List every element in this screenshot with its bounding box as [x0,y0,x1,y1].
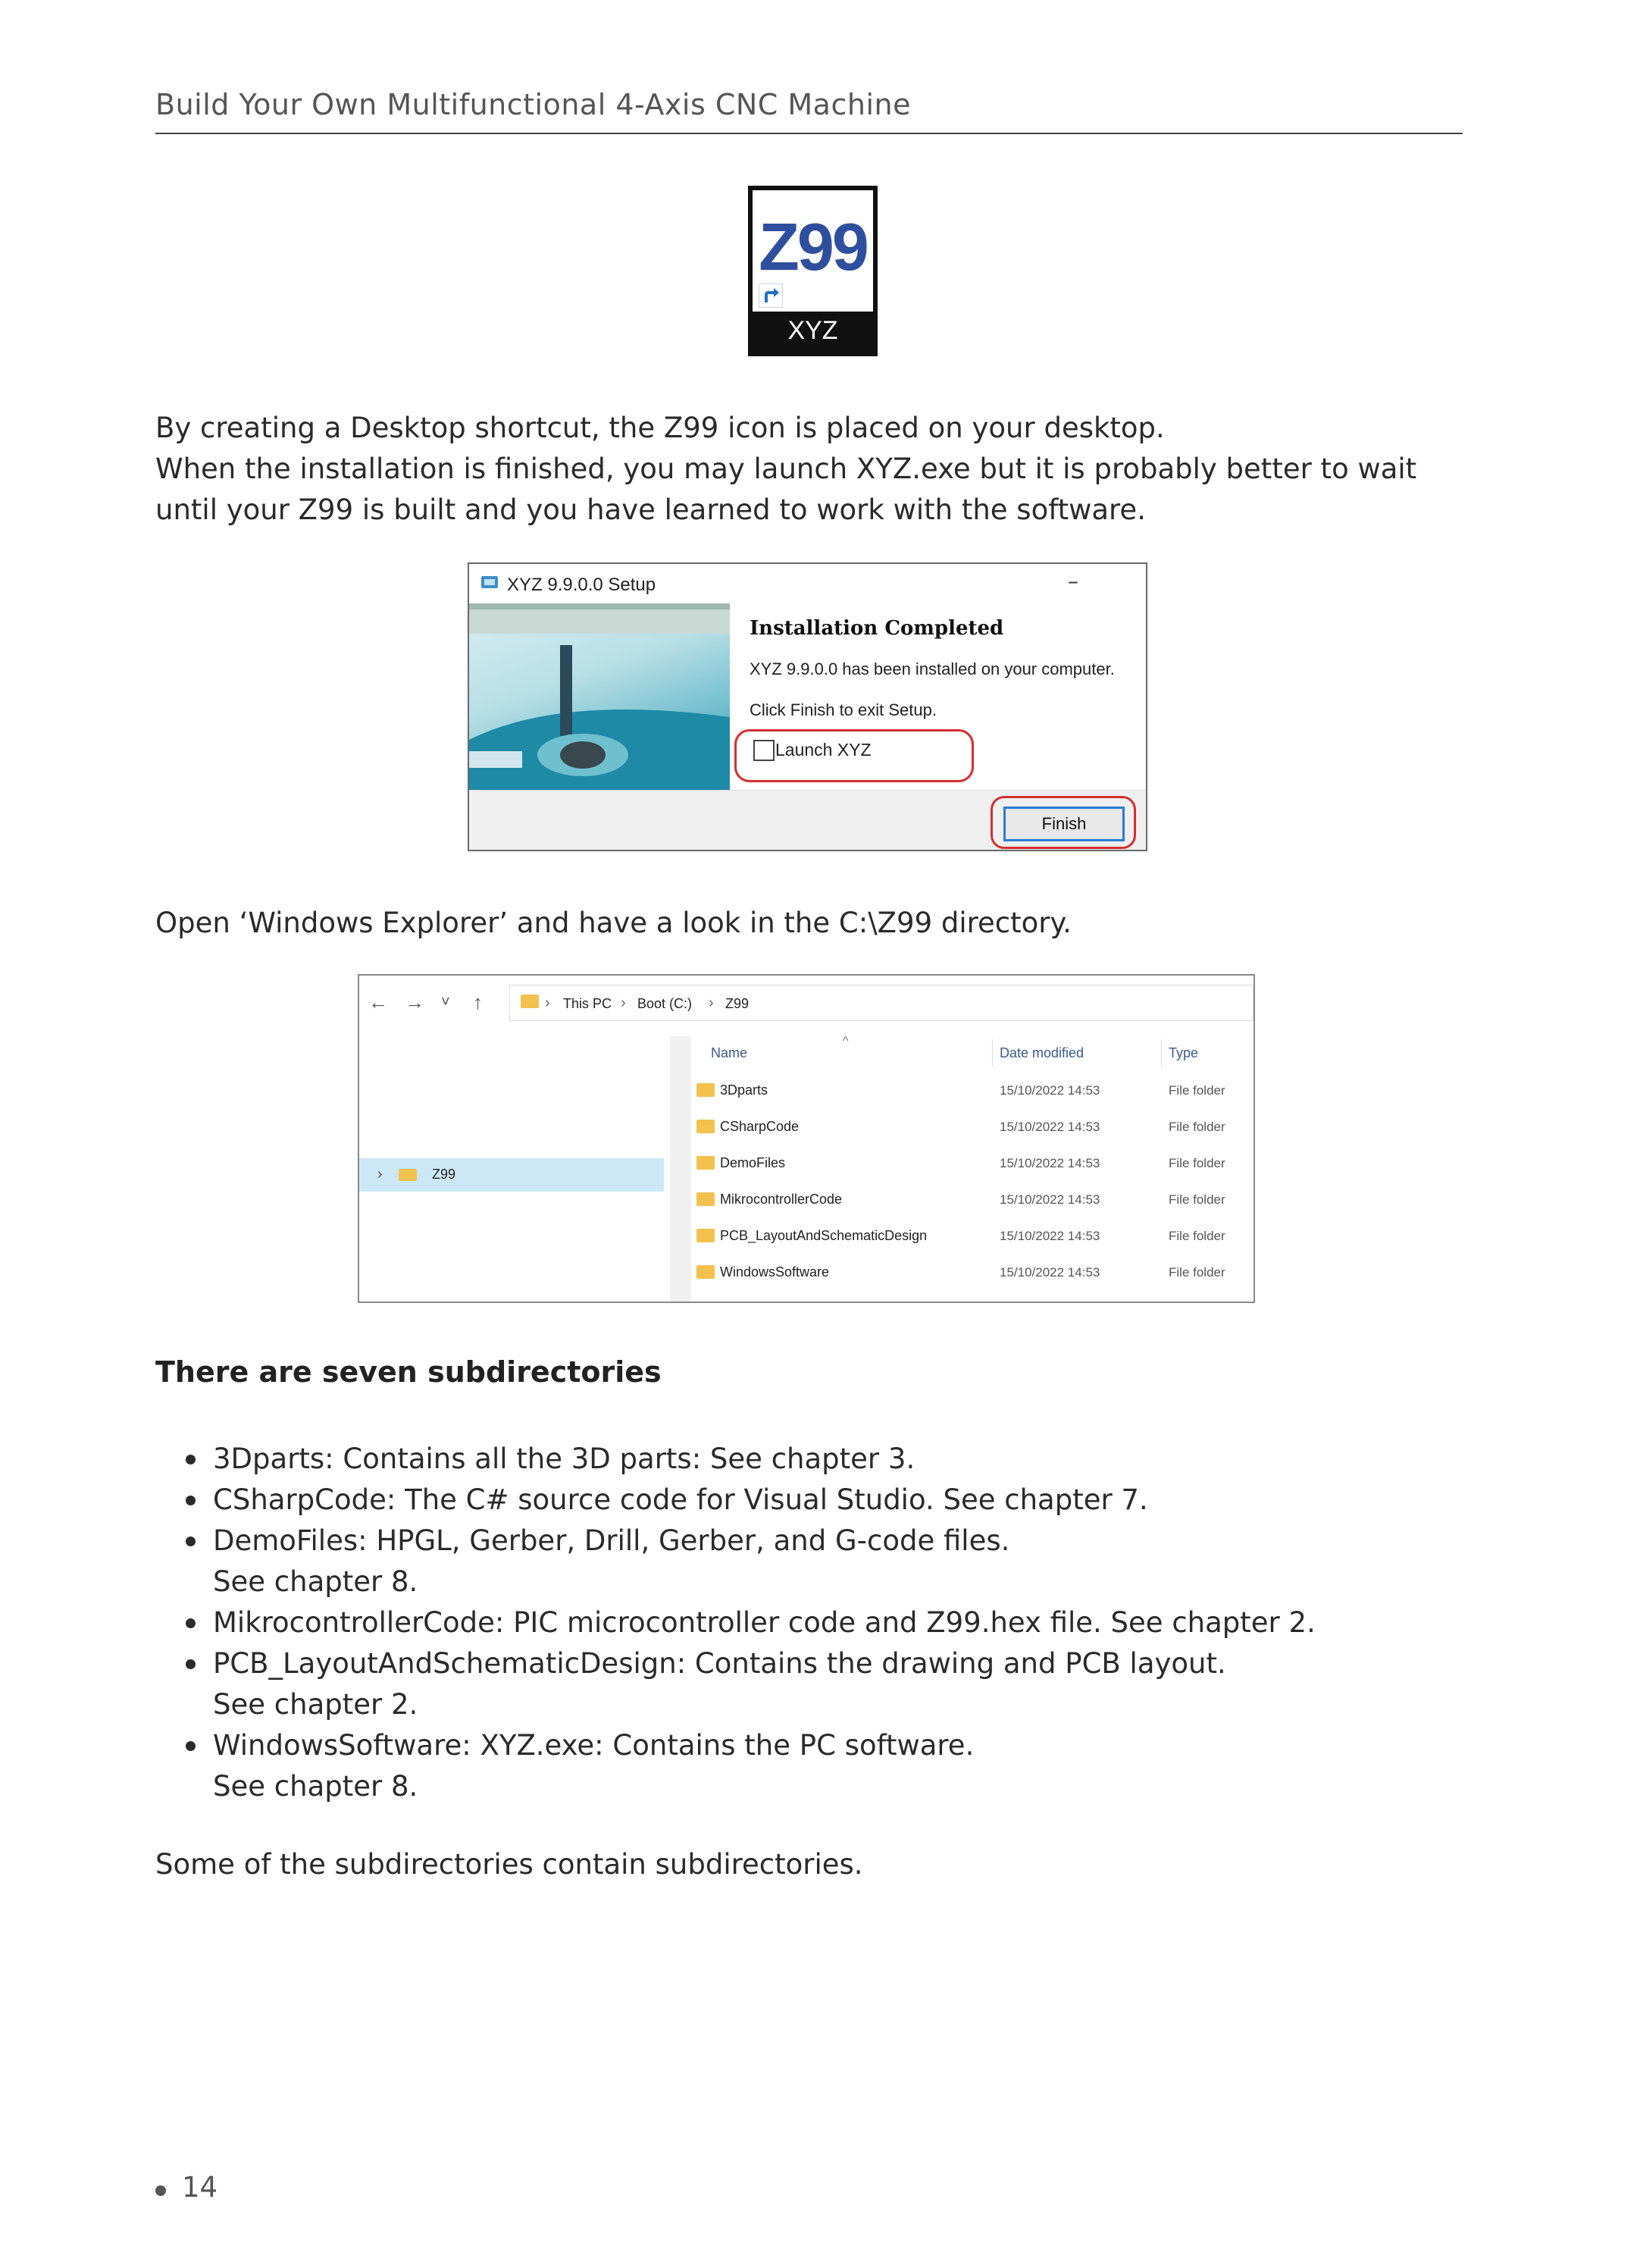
shortcut-arrow-icon [759,284,783,308]
address-bar[interactable]: › This PC › Boot (C:) › Z99 [509,985,1253,1021]
intro-line-3: until your Z99 is built and you have lea… [155,493,1146,526]
file-name[interactable]: 3Dparts [720,1082,768,1098]
page-number-dot [155,2185,166,2196]
file-name[interactable]: CSharpCode [720,1119,799,1135]
list-item-text: 3Dparts: Contains all the 3D parts: See … [213,1443,915,1475]
header-rule [155,133,1463,134]
finish-highlight-circle [991,796,1136,849]
list-item-continuation: See chapter 8. [213,1565,418,1598]
breadcrumb-z99[interactable]: Z99 [725,996,749,1012]
subdirs-list: 3Dparts: Contains all the 3D parts: See … [155,1439,1520,1807]
column-header-name[interactable]: Name [711,1045,747,1061]
file-date: 15/10/2022 14:53 [1000,1083,1100,1098]
explorer-intro: Open ‘Windows Explorer’ and have a look … [155,907,1072,939]
running-header: Build Your Own Multifunctional 4-Axis CN… [155,88,911,121]
file-date: 15/10/2022 14:53 [1000,1265,1100,1280]
file-name[interactable]: MikrocontrollerCode [720,1192,842,1208]
column-divider[interactable] [1161,1039,1162,1067]
launch-highlight-circle [734,729,974,782]
file-name[interactable]: PCB_LayoutAndSchematicDesign [720,1228,927,1244]
recent-locations-icon[interactable]: ˅ [441,994,450,1011]
file-type: File folder [1169,1192,1225,1207]
bullet-dot [186,1659,196,1669]
file-date: 15/10/2022 14:53 [1000,1229,1100,1243]
back-arrow-icon[interactable]: ← [368,991,388,1014]
folder-icon [696,1156,715,1170]
list-item: PCB_LayoutAndSchematicDesign: Contains t… [155,1643,1520,1725]
forward-arrow-icon[interactable]: → [405,991,424,1014]
bullet-dot [186,1537,196,1546]
closing-sentence: Some of the subdirectories contain subdi… [155,1848,863,1881]
file-date: 15/10/2022 14:53 [1000,1192,1100,1207]
list-item: MikrocontrollerCode: PIC microcontroller… [155,1602,1520,1643]
folder-icon [696,1192,715,1206]
explorer-window: ← → ˅ ↑ › This PC › Boot (C:) › Z99 › Z9… [358,974,1255,1303]
column-divider[interactable] [992,1039,993,1067]
list-item: CSharpCode: The C# source code for Visua… [155,1480,1520,1521]
list-item-text: WindowsSoftware: XYZ.exe: Contains the P… [213,1729,975,1762]
folder-icon [399,1169,417,1181]
list-item-continuation: See chapter 8. [213,1770,418,1803]
breadcrumb-boot[interactable]: Boot (C:) [637,996,692,1012]
list-item: DemoFiles: HPGL, Gerber, Drill, Gerber, … [155,1521,1520,1602]
file-name[interactable]: WindowsSoftware [720,1264,829,1280]
setup-banner-image [469,603,730,790]
folder-icon [521,995,539,1008]
icon-label: XYZ [787,316,838,345]
folder-icon [696,1083,715,1097]
intro-line-1: By creating a Desktop shortcut, the Z99 … [155,412,1165,444]
tree-item-label: Z99 [432,1167,456,1182]
setup-instruction: Click Finish to exit Setup. [750,700,937,719]
setup-title: XYZ 9.9.0.0 Setup [507,575,656,595]
up-arrow-icon[interactable]: ↑ [473,991,483,1014]
bullet-dot [186,1496,196,1505]
list-item-continuation: See chapter 2. [213,1688,418,1721]
list-item: 3Dparts: Contains all the 3D parts: See … [155,1439,1520,1480]
folder-icon [696,1229,715,1242]
navigation-scrollbar[interactable] [670,1036,691,1302]
setup-message: XYZ 9.9.0.0 has been installed on your c… [750,659,1115,678]
setup-dialog: XYZ 9.9.0.0 Setup – Installation Complet… [468,562,1147,851]
intro-line-2: When the installation is finished, you m… [155,453,1417,485]
file-type: File folder [1169,1083,1225,1098]
icon-title: Z99 [759,209,869,284]
setup-app-icon [480,573,501,591]
file-date: 15/10/2022 14:53 [1000,1156,1100,1170]
list-item: WindowsSoftware: XYZ.exe: Contains the P… [155,1725,1520,1807]
folder-icon [696,1265,715,1279]
minimize-button[interactable]: – [1068,569,1078,594]
folder-icon [696,1120,715,1133]
bullet-dot [186,1741,196,1751]
list-item-text: CSharpCode: The C# source code for Visua… [213,1483,1148,1516]
bullet-dot [186,1455,196,1464]
tree-item-z99[interactable]: › Z99 [359,1158,664,1192]
file-date: 15/10/2022 14:53 [1000,1120,1100,1134]
file-type: File folder [1169,1120,1225,1134]
breadcrumb-this-pc[interactable]: This PC [563,996,612,1012]
icon-tile: Z99 [753,190,873,312]
list-item-text: MikrocontrollerCode: PIC microcontroller… [213,1606,1316,1639]
list-item-text: PCB_LayoutAndSchematicDesign: Contains t… [213,1647,1226,1680]
list-item-text: DemoFiles: HPGL, Gerber, Drill, Gerber, … [213,1524,1010,1557]
file-type: File folder [1169,1156,1225,1170]
setup-heading: Installation Completed [750,617,1004,640]
z99-desktop-icon: Z99 XYZ [748,186,878,356]
bullet-dot [186,1618,196,1628]
subdirs-heading: There are seven subdirectories [155,1355,662,1389]
file-type: File folder [1169,1265,1225,1280]
file-type: File folder [1169,1229,1225,1243]
chevron-right-icon[interactable]: › [377,1166,383,1183]
file-name[interactable]: DemoFiles [720,1155,785,1171]
chevron-right-icon: › [709,995,714,1011]
column-header-date[interactable]: Date modified [1000,1045,1084,1061]
column-header-type[interactable]: Type [1169,1045,1198,1061]
sort-caret-icon: ^ [843,1035,849,1048]
page-number: 14 [182,2171,218,2204]
chevron-right-icon: › [545,995,550,1011]
chevron-right-icon: › [621,995,626,1011]
